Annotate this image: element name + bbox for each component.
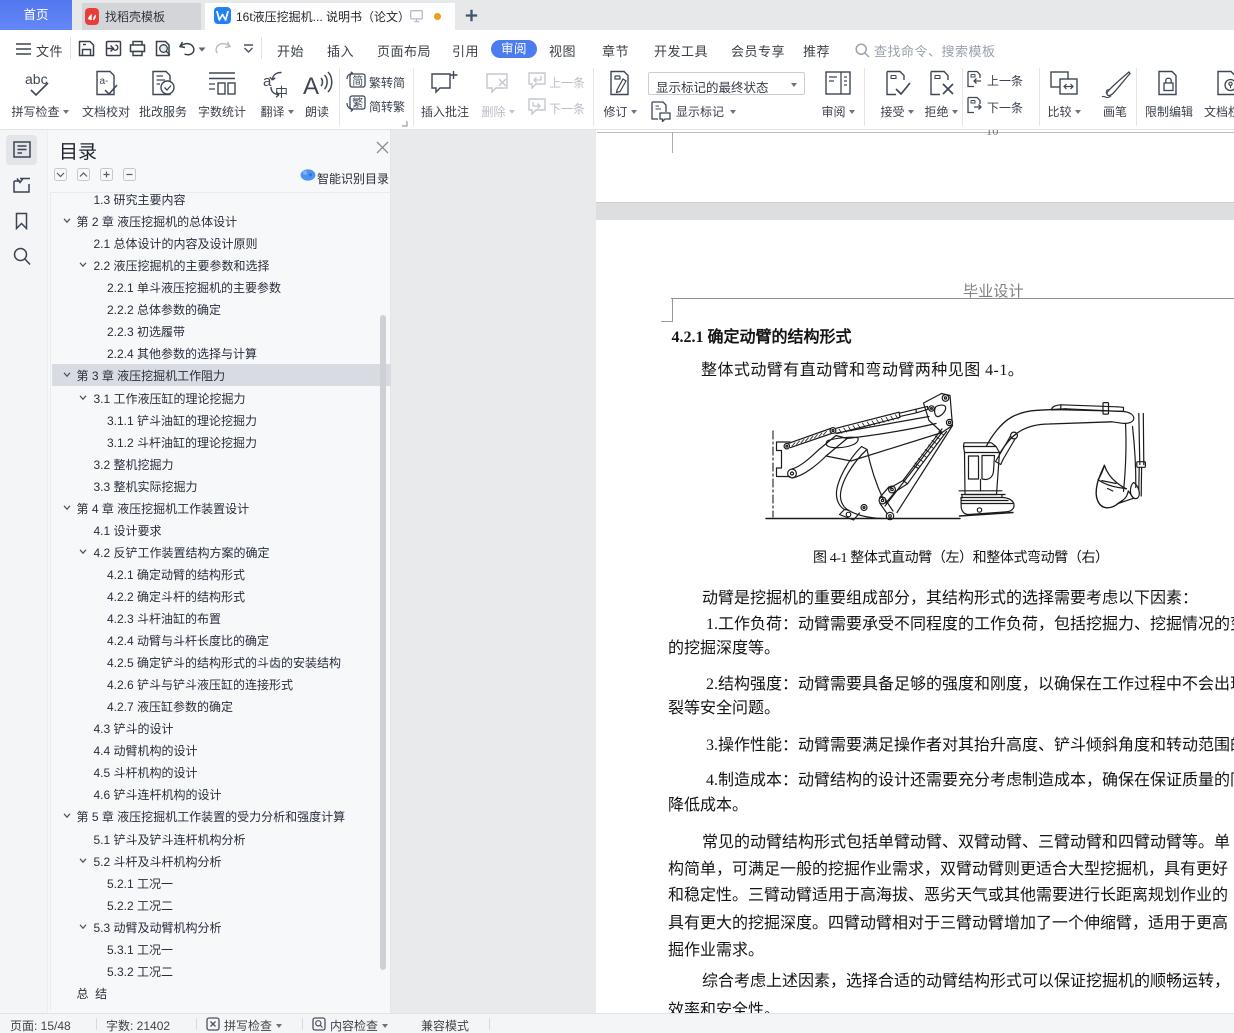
svg-text:A: A — [303, 73, 319, 97]
svg-text:简: 简 — [352, 74, 363, 88]
svg-text:繁: 繁 — [352, 96, 363, 110]
svg-text:a-: a- — [100, 76, 109, 87]
svg-text:abc: abc — [25, 71, 48, 87]
